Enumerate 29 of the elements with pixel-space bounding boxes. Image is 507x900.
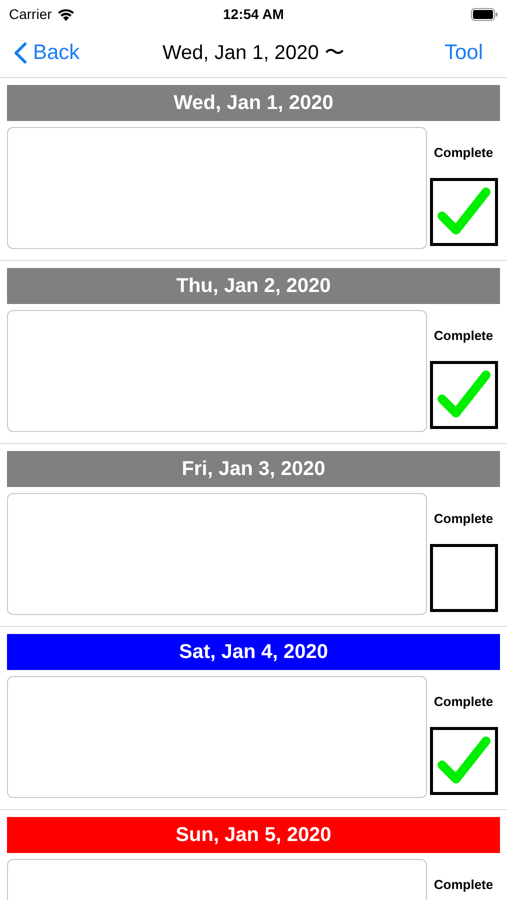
note-field[interactable] [7, 493, 427, 615]
complete-label: Complete [434, 144, 494, 162]
nav-title: Wed, Jan 1, 2020 〜 [162, 40, 344, 66]
complete-label: Complete [434, 876, 494, 894]
tool-button[interactable]: Tool [444, 36, 483, 68]
date-header: Sat, Jan 4, 2020 [7, 634, 500, 670]
date-header: Sun, Jan 5, 2020 [7, 817, 500, 853]
clock-label: 12:54 AM [223, 4, 284, 24]
back-button[interactable]: Back [14, 36, 80, 68]
date-header: Fri, Jan 3, 2020 [7, 451, 500, 487]
complete-checkbox[interactable] [430, 544, 498, 612]
carrier-label: Carrier [9, 4, 52, 24]
note-field[interactable] [7, 676, 427, 798]
complete-checkbox[interactable] [430, 726, 498, 794]
date-header: Wed, Jan 1, 2020 [7, 85, 500, 121]
checkmark-icon [436, 734, 492, 786]
date-header: Thu, Jan 2, 2020 [7, 268, 500, 304]
complete-label: Complete [434, 327, 494, 345]
note-field[interactable] [7, 127, 427, 249]
complete-checkbox[interactable] [430, 360, 498, 428]
chevron-left-icon [14, 42, 27, 64]
wifi-icon [56, 8, 75, 20]
checkmark-icon [436, 186, 492, 238]
complete-checkbox[interactable] [430, 178, 498, 246]
checkmark-icon [436, 368, 492, 420]
battery-icon [471, 8, 498, 20]
complete-label: Complete [434, 693, 494, 711]
complete-label: Complete [434, 510, 494, 528]
note-field[interactable] [7, 310, 427, 432]
